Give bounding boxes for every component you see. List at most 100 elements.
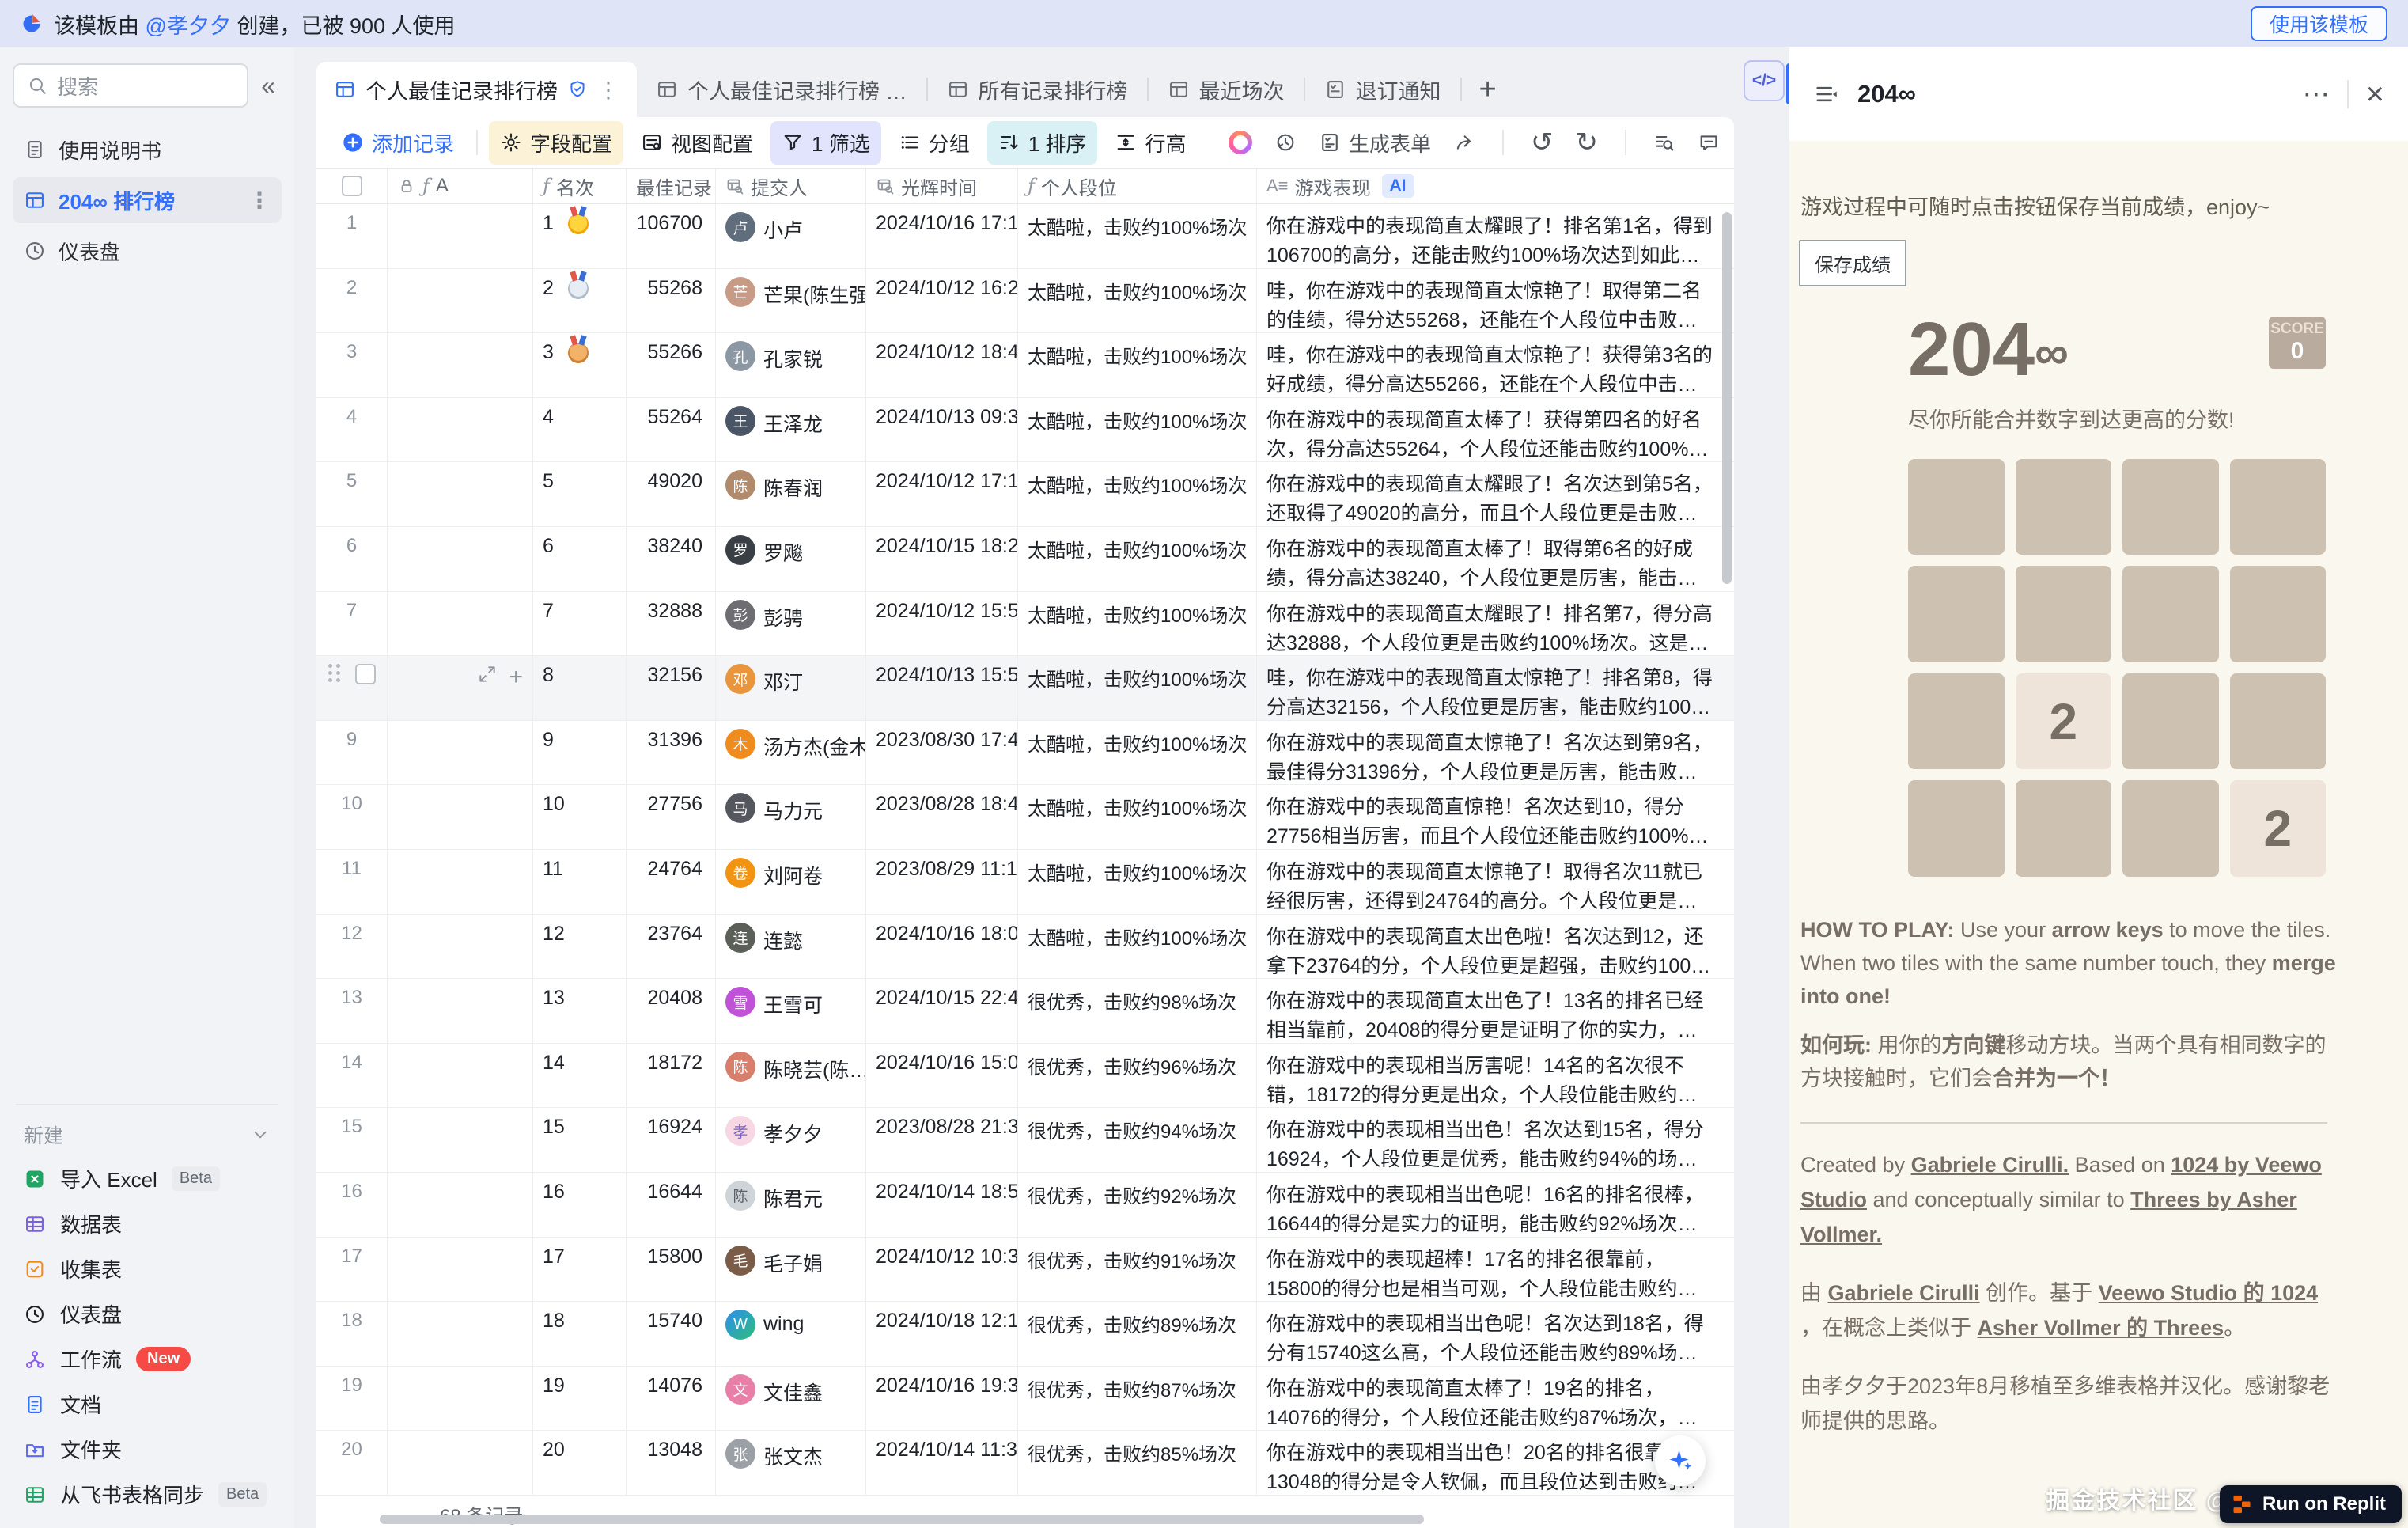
table-row[interactable]: 13 13 20408 雪王雪可 2024/10/15 22:46 很优秀，击败… xyxy=(316,979,1734,1044)
cell-best-score[interactable]: 16924 xyxy=(627,1108,716,1172)
comment-icon[interactable] xyxy=(1698,131,1720,154)
cell-a[interactable] xyxy=(388,785,533,849)
cell-performance[interactable]: 你在游戏中的表现相当出色呢！16名的排名很棒，16644的得分是实力的证明，能击… xyxy=(1257,1173,1722,1237)
cell-rank[interactable]: 7 xyxy=(533,592,627,656)
new-menu-item-3[interactable]: 仪表盘 xyxy=(13,1291,282,1337)
cell-rank[interactable]: 11 xyxy=(533,850,627,914)
cell-rank[interactable]: 1 xyxy=(533,204,627,268)
cell-rank[interactable]: 15 xyxy=(533,1108,627,1172)
cell-rank[interactable]: 19 xyxy=(533,1367,627,1431)
cell-time[interactable]: 2024/10/16 18:01 xyxy=(866,915,1018,979)
new-menu-item-4[interactable]: 工作流New xyxy=(13,1337,282,1382)
cell-performance[interactable]: 你在游戏中的表现相当厉害呢！14名的名次很不错，18172的得分更是出众，个人段… xyxy=(1257,1044,1722,1108)
table-row[interactable]: 9 9 31396 木汤方杰(金木) 2023/08/30 17:49 太酷啦，… xyxy=(316,721,1734,786)
ai-assistant-button[interactable] xyxy=(1655,1435,1706,1486)
cell-tier[interactable]: 很优秀，击败约96%场次 xyxy=(1018,1044,1257,1108)
cell-performance[interactable]: 哇，你在游戏中的表现简直太惊艳了！排名第8，得分高达32156，个人段位更是厉害… xyxy=(1257,656,1722,720)
creator-mention-link[interactable]: @孝夕夕 xyxy=(146,14,231,38)
cell-a[interactable] xyxy=(388,1238,533,1302)
cell-submitter[interactable]: 彭彭骋 xyxy=(716,592,866,656)
cell-rank[interactable]: 5 xyxy=(533,462,627,526)
expand-record-icon[interactable] xyxy=(477,664,498,684)
cell-submitter[interactable]: 陈陈春润 xyxy=(716,462,866,526)
cell-tier[interactable]: 很优秀，击败约85%场次 xyxy=(1018,1431,1257,1495)
column-header-submitter[interactable]: 提交人 xyxy=(716,169,866,203)
cell-a[interactable] xyxy=(388,1431,533,1495)
table-row[interactable]: 16 16 16644 陈陈君元 2024/10/14 18:50 很优秀，击败… xyxy=(316,1173,1734,1238)
cell-submitter[interactable]: 文文佳鑫 xyxy=(716,1367,866,1431)
tab-4[interactable]: 退订通知 xyxy=(1305,62,1460,117)
history-icon[interactable] xyxy=(1274,131,1297,154)
cell-tier[interactable]: 太酷啦，击败约100%场次 xyxy=(1018,462,1257,526)
cell-rank[interactable]: 9 xyxy=(533,721,627,785)
cell-performance[interactable]: 你在游戏中的表现简直太耀眼了！名次达到第5名，还取得了49020的高分，而且个人… xyxy=(1257,462,1722,526)
table-row[interactable]: 11 11 24764 卷刘阿卷 2023/08/29 11:10 太酷啦，击败… xyxy=(316,850,1734,915)
cell-best-score[interactable]: 20408 xyxy=(627,979,716,1043)
cell-submitter[interactable]: 芒芒果(陈生强) xyxy=(716,269,866,333)
cell-best-score[interactable]: 23764 xyxy=(627,915,716,979)
collapse-panel-icon[interactable] xyxy=(1813,81,1840,108)
cell-tier[interactable]: 太酷啦，击败约100%场次 xyxy=(1018,204,1257,268)
cell-submitter[interactable]: 卢小卢 xyxy=(716,204,866,268)
cell-rank[interactable]: 14 xyxy=(533,1044,627,1108)
collapse-sidebar-icon[interactable]: « xyxy=(255,71,282,100)
cell-tier[interactable]: 太酷啦，击败约100%场次 xyxy=(1018,269,1257,333)
cell-submitter[interactable]: 孔孔家锐 xyxy=(716,333,866,397)
cell-submitter[interactable]: 邓邓汀 xyxy=(716,656,866,720)
cell-best-score[interactable]: 31396 xyxy=(627,721,716,785)
add-record-button[interactable]: 添加记录 xyxy=(331,121,465,165)
cell-best-score[interactable]: 18172 xyxy=(627,1044,716,1108)
cell-a[interactable] xyxy=(388,269,533,333)
field-config-button[interactable]: 字段配置 xyxy=(489,121,623,165)
table-row[interactable]: + 8 32156 邓邓汀 2024/10/13 15:57 太酷啦，击败约10… xyxy=(316,656,1734,721)
table-row[interactable]: 20 20 13048 张张文杰 2024/10/14 11:38 很优秀，击败… xyxy=(316,1431,1734,1496)
cell-performance[interactable]: 你在游戏中的表现简直太棒了！19名的排名，14076的得分，个人段位还能击败约8… xyxy=(1257,1367,1722,1431)
close-icon[interactable]: × xyxy=(2366,77,2384,112)
code-view-button[interactable]: </> xyxy=(1744,60,1785,101)
cell-time[interactable]: 2024/10/13 09:38 xyxy=(866,398,1018,462)
cell-performance[interactable]: 你在游戏中的表现简直太惊艳了！取得名次11就已经很厉害，还得到24764的高分。… xyxy=(1257,850,1722,914)
cell-performance[interactable]: 哇，你在游戏中的表现简直太惊艳了！获得第3名的好成绩，得分高达55266，还能在… xyxy=(1257,333,1722,397)
cell-performance[interactable]: 你在游戏中的表现简直太惊艳了！名次达到第9名，最佳得分31396分，个人段位更是… xyxy=(1257,721,1722,785)
kebab-icon[interactable]: ⋮ xyxy=(248,188,271,214)
cell-rank[interactable]: 18 xyxy=(533,1302,627,1366)
row-height-button[interactable]: 行高 xyxy=(1104,121,1197,165)
use-template-button[interactable]: 使用该模板 xyxy=(2251,6,2387,41)
share-icon[interactable] xyxy=(1453,131,1475,154)
column-header-tier[interactable]: ƒ 个人段位 xyxy=(1018,169,1257,203)
cell-a[interactable] xyxy=(388,721,533,785)
cell-time[interactable]: 2023/08/29 11:10 xyxy=(866,850,1018,914)
cell-best-score[interactable]: 27756 xyxy=(627,785,716,849)
cell-best-score[interactable]: 49020 xyxy=(627,462,716,526)
game-board[interactable]: 22 xyxy=(1908,459,2326,877)
cell-a[interactable] xyxy=(388,1108,533,1172)
cell-submitter[interactable]: 雪王雪可 xyxy=(716,979,866,1043)
cell-rank[interactable]: 12 xyxy=(533,915,627,979)
cell-time[interactable]: 2024/10/13 15:57 xyxy=(866,656,1018,720)
table-row[interactable]: 6 6 38240 罗罗飚 2024/10/15 18:27 太酷啦，击败约10… xyxy=(316,527,1734,592)
cell-time[interactable]: 2024/10/18 12:12 xyxy=(866,1302,1018,1366)
tab-3[interactable]: 最近场次 xyxy=(1149,62,1304,117)
cell-tier[interactable]: 很优秀，击败约89%场次 xyxy=(1018,1302,1257,1366)
table-row[interactable]: 17 17 15800 毛毛子娟 2024/10/12 10:36 很优秀，击败… xyxy=(316,1238,1734,1302)
cell-performance[interactable]: 你在游戏中的表现相当出色！名次达到15名，得分16924，个人段位更是优秀，能击… xyxy=(1257,1108,1722,1172)
new-menu-item-2[interactable]: 收集表 xyxy=(13,1246,282,1291)
generate-form-button[interactable]: 生成表单 xyxy=(1319,121,1431,165)
cell-a[interactable] xyxy=(388,850,533,914)
cell-a[interactable] xyxy=(388,1302,533,1366)
cell-submitter[interactable]: 孝孝夕夕 xyxy=(716,1108,866,1172)
cell-tier[interactable]: 太酷啦，击败约100%场次 xyxy=(1018,527,1257,591)
view-config-button[interactable]: 视图配置 xyxy=(630,121,764,165)
table-row[interactable]: 14 14 18172 陈陈晓芸(陈… 2024/10/16 15:01 很优秀… xyxy=(316,1044,1734,1109)
search-input[interactable]: 搜索 xyxy=(13,63,248,108)
cell-tier[interactable]: 太酷啦，击败约100%场次 xyxy=(1018,915,1257,979)
redo-icon[interactable]: ↻ xyxy=(1576,127,1599,158)
cell-time[interactable]: 2024/10/16 17:15 xyxy=(866,204,1018,268)
new-menu-item-1[interactable]: 数据表 xyxy=(13,1201,282,1246)
cell-tier[interactable]: 很优秀，击败约92%场次 xyxy=(1018,1173,1257,1237)
cell-best-score[interactable]: 15740 xyxy=(627,1302,716,1366)
new-menu-item-6[interactable]: 文件夹 xyxy=(13,1427,282,1472)
table-row[interactable]: 5 5 49020 陈陈春润 2024/10/12 17:15 太酷啦，击败约1… xyxy=(316,462,1734,527)
cell-best-score[interactable]: 24764 xyxy=(627,850,716,914)
cell-time[interactable]: 2024/10/16 19:34 xyxy=(866,1367,1018,1431)
